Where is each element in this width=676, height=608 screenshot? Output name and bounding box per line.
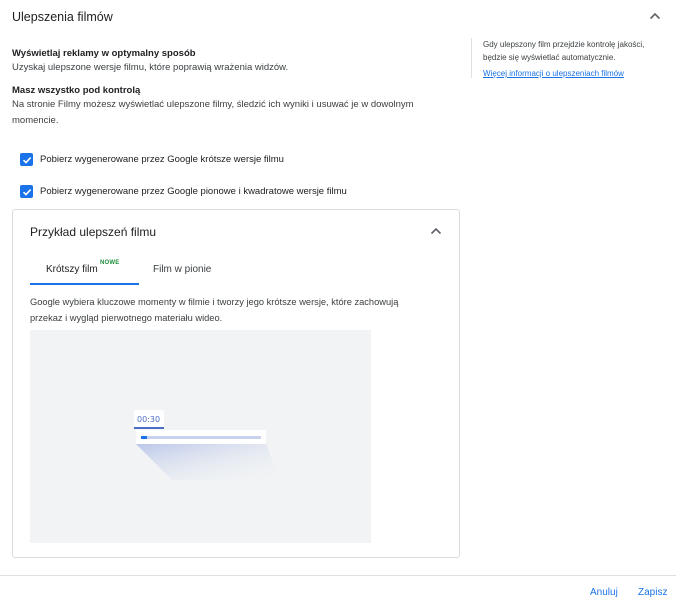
option-label: Pobierz wygenerowane przez Google pionow…: [40, 186, 347, 197]
option-label: Pobierz wygenerowane przez Google krótsz…: [40, 154, 284, 165]
description-line: Google wybiera kluczowe momenty w filmie…: [30, 297, 399, 307]
description-line: przekaz i wygląd pierwotnego materiału w…: [30, 313, 223, 323]
tab-label: Film w pionie: [153, 264, 212, 275]
example-description: Google wybiera kluczowe momenty w filmie…: [30, 294, 435, 326]
chevron-up-icon[interactable]: [648, 9, 662, 23]
checkmark-icon: [22, 156, 31, 164]
section-title: Ulepszenia filmów: [12, 10, 113, 24]
tab-label: Krótszy film: [46, 264, 98, 275]
example-tabs: Krótszy film NOWE Film w pionie: [30, 255, 450, 285]
example-illustration: 00:30: [30, 330, 371, 543]
timecode: 00:30: [137, 415, 161, 424]
section-header[interactable]: Ulepszenia filmów: [0, 0, 676, 34]
intro-heading: Wyświetlaj reklamy w optymalny sposób: [12, 48, 196, 59]
side-note: Gdy ulepszony film przejdzie kontrolę ja…: [471, 38, 676, 78]
example-card: Przykład ulepszeń filmu Krótszy film NOW…: [12, 209, 460, 558]
option-shorter-videos[interactable]: Pobierz wygenerowane przez Google krótsz…: [20, 153, 284, 166]
timeline-track: [141, 436, 261, 439]
learn-more-link[interactable]: Więcej informacji o ulepszeniach filmów: [483, 69, 676, 78]
footer: Anuluj Zapisz: [0, 575, 676, 608]
control-heading: Masz wszystko pod kontrolą: [12, 85, 141, 96]
checkbox-vertical[interactable]: [20, 185, 33, 198]
option-vertical-videos[interactable]: Pobierz wygenerowane przez Google pionow…: [20, 185, 347, 198]
control-text-line: Na stronie Filmy możesz wyświetlać uleps…: [12, 99, 414, 110]
checkmark-icon: [22, 188, 31, 196]
cancel-button[interactable]: Anuluj: [590, 587, 618, 598]
side-note-text: Gdy ulepszony film przejdzie kontrolę ja…: [483, 40, 645, 49]
control-text-line: momencie.: [12, 115, 59, 126]
new-badge: NOWE: [100, 260, 120, 266]
tab-shorter-video[interactable]: Krótszy film NOWE: [30, 255, 139, 285]
example-title: Przykład ulepszeń filmu: [30, 225, 157, 239]
intro: Wyświetlaj reklamy w optymalny sposób Uz…: [12, 47, 457, 129]
timecode-underline: [134, 427, 164, 429]
intro-text: Uzyskaj ulepszone wersje filmu, które po…: [12, 62, 289, 73]
timeline-shadow: [136, 444, 280, 480]
timeline-progress: [141, 436, 147, 439]
checkbox-shorter[interactable]: [20, 153, 33, 166]
tab-vertical-video[interactable]: Film w pionie: [145, 255, 245, 285]
chevron-up-icon[interactable]: [429, 224, 443, 238]
side-note-text: będzie się wyświetlać automatycznie.: [483, 53, 616, 62]
save-button[interactable]: Zapisz: [638, 587, 667, 598]
